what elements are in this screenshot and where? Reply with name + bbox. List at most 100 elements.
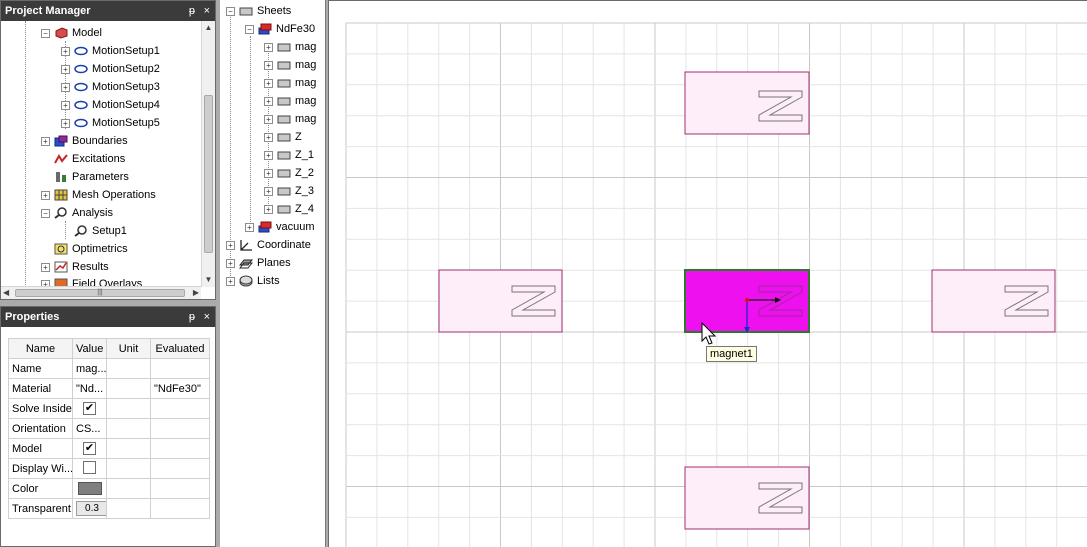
- expand-icon[interactable]: +: [61, 82, 70, 92]
- tree-item-motionsetup1[interactable]: + MotionSetup1: [61, 42, 160, 60]
- tree-item-z-2[interactable]: + Z_2: [264, 164, 314, 182]
- scroll-left-icon[interactable]: ◀: [3, 287, 9, 299]
- close-icon[interactable]: ×: [204, 307, 210, 327]
- tree-item-analysis[interactable]: − Analysis: [41, 204, 113, 222]
- tree-item-sheets[interactable]: − Sheets: [226, 2, 291, 20]
- scroll-down-icon[interactable]: ▼: [202, 273, 215, 287]
- magnet-bottom[interactable]: [684, 466, 810, 530]
- tree-item-vacuum[interactable]: + vacuum: [245, 218, 315, 236]
- expand-icon[interactable]: +: [61, 118, 70, 128]
- table-row[interactable]: Name mag...: [8, 358, 210, 379]
- table-row[interactable]: Solve Inside ✔: [8, 398, 210, 419]
- solve-inside-checkbox[interactable]: ✔: [83, 402, 96, 415]
- tree-item-coordinate-systems[interactable]: + Coordinate: [226, 236, 311, 254]
- tree-item-optimetrics[interactable]: Optimetrics: [54, 240, 128, 258]
- display-wireframe-checkbox[interactable]: [83, 460, 96, 474]
- tree-item-z-4[interactable]: + Z_4: [264, 200, 314, 218]
- tree-item-label: NdFe30: [276, 23, 316, 36]
- table-row[interactable]: Orientation CS...: [8, 418, 210, 439]
- property-evaluated: [150, 358, 210, 379]
- expand-icon[interactable]: +: [226, 276, 235, 286]
- table-row[interactable]: Color: [8, 478, 210, 499]
- table-row[interactable]: Display Wi...: [8, 458, 210, 479]
- expand-icon[interactable]: +: [264, 96, 273, 106]
- property-value[interactable]: "Nd...: [72, 378, 107, 399]
- table-row[interactable]: Model ✔: [8, 438, 210, 459]
- tree-item-motionsetup3[interactable]: + MotionSetup3: [61, 78, 160, 96]
- expand-icon[interactable]: +: [226, 240, 235, 250]
- magnet-selected[interactable]: [684, 269, 810, 333]
- property-value[interactable]: CS...: [72, 418, 107, 439]
- tree-item-parameters[interactable]: Parameters: [54, 168, 129, 186]
- project-tree-vertical-scrollbar[interactable]: ▲ ▼: [201, 21, 215, 287]
- expand-icon[interactable]: +: [61, 64, 70, 74]
- expand-icon[interactable]: +: [41, 190, 50, 200]
- expand-icon[interactable]: +: [264, 132, 273, 142]
- scroll-right-icon[interactable]: ▶: [193, 287, 199, 299]
- expand-icon[interactable]: +: [264, 204, 273, 214]
- expand-icon[interactable]: +: [264, 42, 273, 52]
- table-row[interactable]: Transparent 0.3: [8, 498, 210, 519]
- collapse-icon[interactable]: −: [41, 208, 50, 218]
- expand-icon[interactable]: +: [226, 258, 235, 268]
- column-header-name[interactable]: Name: [8, 338, 73, 359]
- tree-item-label: Parameters: [72, 171, 129, 184]
- tree-item-magnet[interactable]: + mag: [264, 74, 316, 92]
- scroll-up-icon[interactable]: ▲: [202, 21, 215, 35]
- tree-item-z-1[interactable]: + Z_1: [264, 146, 314, 164]
- column-header-unit[interactable]: Unit: [106, 338, 151, 359]
- tree-item-setup1[interactable]: Setup1: [74, 222, 127, 240]
- setup-icon: [74, 225, 88, 237]
- close-icon[interactable]: ×: [204, 1, 210, 21]
- magnet-right[interactable]: [931, 269, 1056, 333]
- expand-icon[interactable]: +: [264, 60, 273, 70]
- scroll-thumb[interactable]: [204, 95, 213, 253]
- tree-item-mesh-operations[interactable]: + Mesh Operations: [41, 186, 156, 204]
- scroll-thumb[interactable]: |||: [15, 289, 185, 297]
- pin-icon[interactable]: ᵽ: [189, 307, 195, 327]
- expand-icon[interactable]: +: [61, 100, 70, 110]
- tree-item-motionsetup5[interactable]: + MotionSetup5: [61, 114, 160, 132]
- viewport-canvas[interactable]: [329, 1, 1087, 547]
- expand-icon[interactable]: +: [61, 46, 70, 56]
- tree-item-z[interactable]: + Z: [264, 128, 302, 146]
- magnet-left[interactable]: [438, 269, 563, 333]
- tree-item-magnet[interactable]: + mag: [264, 56, 316, 74]
- tree-item-excitations[interactable]: Excitations: [54, 150, 125, 168]
- tree-item-boundaries[interactable]: + Boundaries: [41, 132, 128, 150]
- magnet-top[interactable]: [684, 71, 810, 135]
- pin-icon[interactable]: ᵽ: [189, 1, 195, 21]
- tree-item-lists[interactable]: + Lists: [226, 272, 280, 290]
- collapse-icon[interactable]: −: [226, 6, 235, 16]
- model-checkbox[interactable]: ✔: [83, 442, 96, 455]
- tree-item-magnet[interactable]: + mag: [264, 92, 316, 110]
- tree-item-z-3[interactable]: + Z_3: [264, 182, 314, 200]
- tree-item-magnet[interactable]: + mag: [264, 110, 316, 128]
- expand-icon[interactable]: +: [41, 136, 50, 146]
- motion-setup-icon: [74, 81, 88, 93]
- expand-icon[interactable]: +: [264, 114, 273, 124]
- tree-item-motionsetup4[interactable]: + MotionSetup4: [61, 96, 160, 114]
- expand-icon[interactable]: +: [41, 262, 50, 272]
- expand-icon[interactable]: +: [245, 222, 254, 232]
- expand-icon[interactable]: +: [264, 150, 273, 160]
- expand-icon[interactable]: +: [264, 78, 273, 88]
- modeler-viewport[interactable]: magnet1: [328, 0, 1087, 547]
- property-value[interactable]: mag...: [72, 358, 107, 379]
- column-header-evaluated[interactable]: Evaluated: [150, 338, 210, 359]
- tree-item-model[interactable]: − Model: [41, 24, 102, 42]
- collapse-icon[interactable]: −: [41, 28, 50, 38]
- tree-item-results[interactable]: + Results: [41, 258, 109, 276]
- tree-item-ndfe30[interactable]: − NdFe30: [245, 20, 315, 38]
- expand-icon[interactable]: +: [264, 168, 273, 178]
- transparent-value-button[interactable]: 0.3: [76, 501, 106, 516]
- tree-item-motionsetup2[interactable]: + MotionSetup2: [61, 60, 160, 78]
- collapse-icon[interactable]: −: [245, 24, 254, 34]
- expand-icon[interactable]: +: [264, 186, 273, 196]
- column-header-value[interactable]: Value: [72, 338, 107, 359]
- tree-item-planes[interactable]: + Planes: [226, 254, 291, 272]
- color-swatch[interactable]: [77, 482, 102, 495]
- project-tree-horizontal-scrollbar[interactable]: ◀ ||| ▶: [1, 286, 201, 299]
- tree-item-magnet[interactable]: + mag: [264, 38, 316, 56]
- table-row[interactable]: Material "Nd... "NdFe30": [8, 378, 210, 399]
